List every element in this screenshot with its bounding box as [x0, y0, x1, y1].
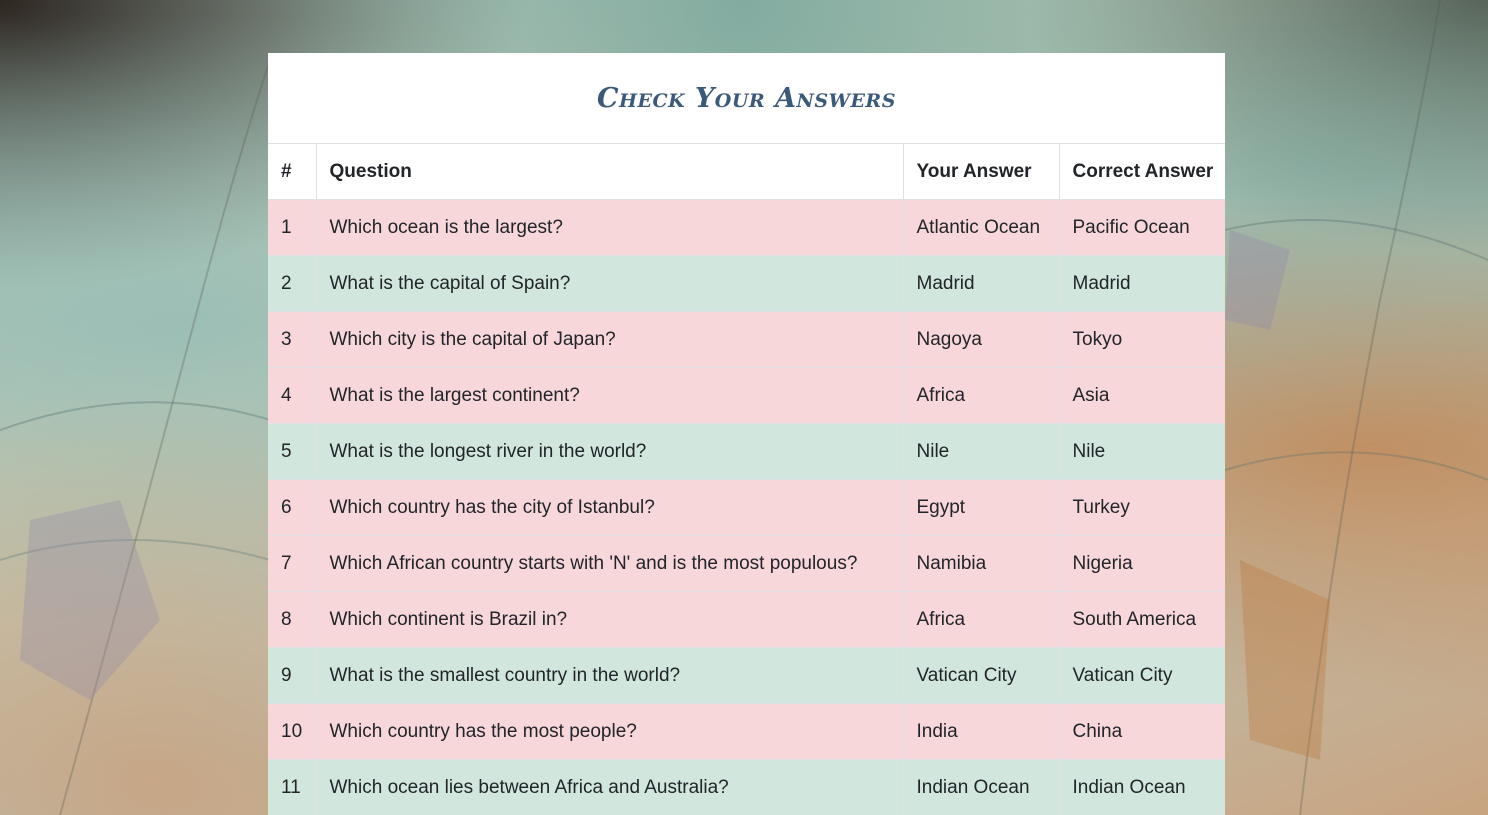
table-row: 10 Which country has the most people? Indi…: [268, 703, 1225, 760]
table-row: 8 Which continent is Brazil in? Africa Sout…: [268, 591, 1225, 648]
row-your-answer: Madrid: [902, 255, 1060, 312]
row-question: What is the smallest country in the worl…: [315, 647, 904, 704]
row-correct-answer: Madrid: [1058, 255, 1225, 312]
row-number: 2: [268, 255, 317, 312]
row-question: What is the capital of Spain?: [315, 255, 904, 312]
row-number: 1: [268, 199, 317, 256]
table-row: 1 Which ocean is the largest? Atlantic Oce…: [268, 199, 1225, 256]
row-correct-answer: Asia: [1058, 367, 1225, 424]
table-row: 2 What is the capital of Spain? Madrid Madr…: [268, 255, 1225, 312]
row-your-answer: Atlantic Ocean: [902, 199, 1060, 256]
row-number: 10: [268, 703, 317, 760]
row-correct-answer: Nile: [1058, 423, 1225, 480]
header-correct-answer: Correct Answer: [1058, 144, 1225, 200]
row-correct-answer: Tokyo: [1058, 311, 1225, 368]
table-row: 4 What is the largest continent? Africa Asi…: [268, 367, 1225, 424]
row-number: 4: [268, 367, 317, 424]
row-your-answer: Africa: [902, 367, 1060, 424]
row-your-answer: Egypt: [902, 479, 1060, 536]
row-correct-answer: Turkey: [1058, 479, 1225, 536]
row-correct-answer: Vatican City: [1058, 647, 1225, 704]
row-correct-answer: Nigeria: [1058, 535, 1225, 592]
header-number: #: [268, 144, 317, 200]
row-question: Which African country starts with 'N' an…: [315, 535, 904, 592]
row-question: Which ocean is the largest?: [315, 199, 904, 256]
row-number: 8: [268, 591, 317, 648]
table-row: 5 What is the longest river in the world?…: [268, 423, 1225, 480]
page-title: Check Your Answers: [597, 82, 896, 114]
row-question: Which country has the city of Istanbul?: [315, 479, 904, 536]
table-header-row: # Question Your Answer Correct Answer: [268, 144, 1225, 200]
row-question: Which country has the most people?: [315, 703, 904, 760]
table-row: 3 Which city is the capital of Japan? Nago…: [268, 311, 1225, 368]
row-number: 5: [268, 423, 317, 480]
row-question: Which city is the capital of Japan?: [315, 311, 904, 368]
table-row: 7 Which African country starts with 'N' a…: [268, 535, 1225, 592]
row-number: 3: [268, 311, 317, 368]
answers-card: Check Your Answers # Question Your Answe…: [268, 53, 1225, 815]
row-correct-answer: Indian Ocean: [1058, 759, 1225, 815]
table-row: 9 What is the smallest country in the wor…: [268, 647, 1225, 704]
row-question: What is the longest river in the world?: [315, 423, 904, 480]
table-row: 11 Which ocean lies between Africa and Au…: [268, 759, 1225, 815]
row-your-answer: Namibia: [902, 535, 1060, 592]
row-your-answer: Africa: [902, 591, 1060, 648]
card-header: Check Your Answers: [268, 53, 1225, 144]
header-your-answer: Your Answer: [902, 144, 1060, 200]
row-number: 11: [268, 759, 317, 815]
row-correct-answer: Pacific Ocean: [1058, 199, 1225, 256]
row-number: 6: [268, 479, 317, 536]
row-question: Which continent is Brazil in?: [315, 591, 904, 648]
row-correct-answer: China: [1058, 703, 1225, 760]
row-question: Which ocean lies between Africa and Aust…: [315, 759, 904, 815]
row-your-answer: India: [902, 703, 1060, 760]
row-your-answer: Nile: [902, 423, 1060, 480]
row-your-answer: Nagoya: [902, 311, 1060, 368]
row-correct-answer: South America: [1058, 591, 1225, 648]
row-number: 7: [268, 535, 317, 592]
row-question: What is the largest continent?: [315, 367, 904, 424]
answers-table: # Question Your Answer Correct Answer 1W…: [268, 144, 1225, 815]
header-question: Question: [315, 144, 904, 200]
row-your-answer: Indian Ocean: [902, 759, 1060, 815]
row-your-answer: Vatican City: [902, 647, 1060, 704]
row-number: 9: [268, 647, 317, 704]
table-row: 6 Which country has the city of Istanbul?…: [268, 479, 1225, 536]
